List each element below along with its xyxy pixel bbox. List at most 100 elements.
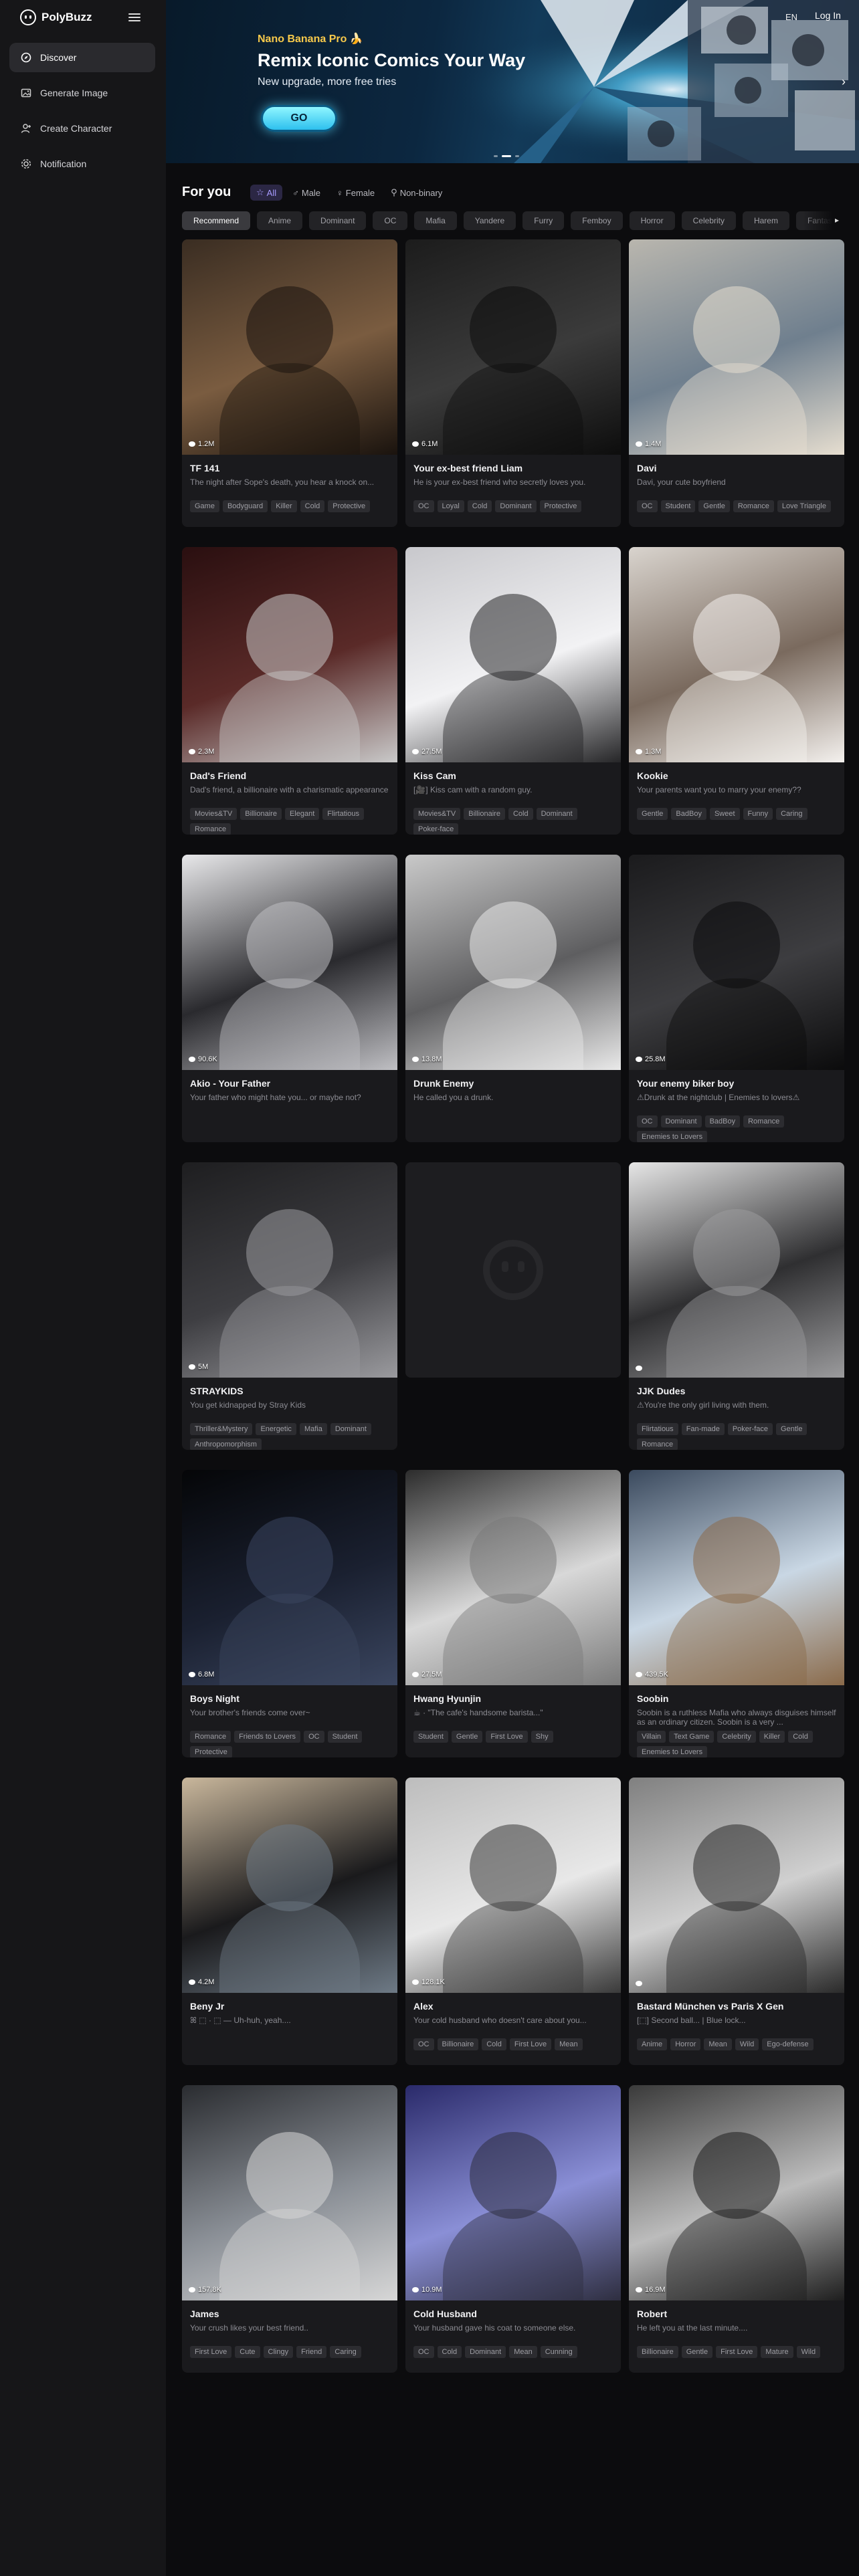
chat-bubble-icon <box>636 2287 642 2292</box>
tab-harem[interactable]: Harem <box>742 211 789 230</box>
filter-all[interactable]: ☆ All <box>250 185 283 201</box>
tab-dominant[interactable]: Dominant <box>309 211 367 230</box>
card-tag: Poker-face <box>727 1423 773 1435</box>
chat-bubble-icon <box>412 749 419 754</box>
card-tag: Caring <box>776 808 807 820</box>
view-count: 10.9M <box>412 2286 442 2294</box>
card-title: James <box>190 2309 219 2319</box>
filter-non-binary[interactable]: ⚲ Non-binary <box>385 185 448 201</box>
card-tag: Mature <box>761 2346 793 2358</box>
tab-yandere[interactable]: Yandere <box>463 211 516 230</box>
tab-femboy[interactable]: Femboy <box>571 211 623 230</box>
tab-mafia[interactable]: Mafia <box>414 211 457 230</box>
character-card[interactable]: 16.9M Robert He left you at the last minut… <box>629 2085 844 2373</box>
card-tag: Mean <box>555 2038 583 2050</box>
carousel-dots <box>494 155 519 157</box>
chevron-right-icon[interactable]: ▸ <box>835 215 839 225</box>
language-button[interactable]: EN <box>785 12 797 22</box>
tab-recommend[interactable]: Recommend <box>182 211 251 230</box>
tab-anime[interactable]: Anime <box>257 211 303 230</box>
card-tag: Elegant <box>284 808 320 820</box>
card-tags: Thriller&Mystery Energetic Mafia Dominant An… <box>190 1423 389 1450</box>
card-tag: Dominant <box>495 500 537 512</box>
card-tag: First Love <box>716 2346 758 2358</box>
character-card[interactable]: 27.5M Kiss Cam [🎥] Kiss cam with a random … <box>405 547 621 835</box>
card-description: He left you at the last minute.... <box>637 2323 748 2333</box>
character-card[interactable]: 5M STRAYKIDS You get kidnapped by Stray Ki… <box>182 1162 397 1450</box>
character-avatar: 5M <box>182 1162 397 1378</box>
sidebar-item-discover[interactable]: Discover <box>9 43 155 72</box>
character-card[interactable]: 90.6K Akio - Your Father Your father who m… <box>182 855 397 1142</box>
character-card[interactable]: 128.1K Alex Your cold husband who doesn't … <box>405 1778 621 2065</box>
filter-female[interactable]: ♀ Female <box>330 185 381 201</box>
tab-celebrity[interactable]: Celebrity <box>681 211 736 230</box>
chevron-right-icon[interactable]: › <box>842 75 846 89</box>
character-card[interactable]: 4.2M Beny Jr ꕤ ⬚ · ⬚ — Uh-huh, yeah.... <box>182 1778 397 2065</box>
sidebar-item-create-character[interactable]: Create Character <box>9 114 155 143</box>
character-card[interactable]: 1.2M TF 141 The night after Sope's death, … <box>182 239 397 527</box>
card-tags: First Love Cute Clingy Friend Caring <box>190 2346 389 2358</box>
character-card[interactable]: 2.3M Dad's Friend Dad's friend, a billiona… <box>182 547 397 835</box>
character-card[interactable]: 157.8K James Your crush likes your best fr… <box>182 2085 397 2373</box>
tab-oc[interactable]: OC <box>373 211 408 230</box>
card-tag: Friend <box>296 2346 327 2358</box>
card-title: Drunk Enemy <box>413 1078 474 1089</box>
category-tabs: Recommend Anime Dominant OC Mafia Yandere Furr… <box>182 211 843 231</box>
login-button[interactable]: Log In <box>815 10 841 21</box>
chat-bubble-icon <box>412 2287 419 2292</box>
card-tag: Student <box>660 500 696 512</box>
card-tag: Bodyguard <box>222 500 268 512</box>
card-tag: Romance <box>743 1115 785 1128</box>
character-card[interactable]: 1.3M Kookie Your parents want you to marry… <box>629 547 844 835</box>
tab-furry[interactable]: Furry <box>522 211 565 230</box>
character-card[interactable]: 6.1M Your ex-best friend Liam He is your e… <box>405 239 621 527</box>
menu-icon[interactable] <box>128 11 140 22</box>
card-tags: Movies&TV Billionaire Elegant Flirtatious Ro… <box>190 808 389 835</box>
sidebar-item-label: Create Character <box>40 123 112 134</box>
card-tag: First Love <box>190 2346 232 2358</box>
character-card[interactable]: 6.8M Boys Night Your brother's friends com… <box>182 1470 397 1757</box>
card-title: Your ex-best friend Liam <box>413 463 523 473</box>
character-avatar <box>629 1778 844 1993</box>
view-count <box>636 1981 645 1986</box>
character-card[interactable]: Bastard München vs Paris X Gen [⬚] Second… <box>629 1778 844 2065</box>
character-avatar: 6.8M <box>182 1470 397 1685</box>
character-card[interactable]: 1.4M Davi Davi, your cute boyfriend OC Stude… <box>629 239 844 527</box>
go-button[interactable]: GO <box>261 105 337 132</box>
promo-banner[interactable]: Nano Banana Pro 🍌 Remix Iconic Comics Yo… <box>166 0 859 163</box>
view-count: 1.4M <box>636 440 661 448</box>
card-tag: Funny <box>743 808 773 820</box>
character-avatar: 1.4M <box>629 239 844 455</box>
character-card[interactable]: 13.8M Drunk Enemy He called you a drunk. <box>405 855 621 1142</box>
filter-male[interactable]: ♂ Male <box>286 185 326 201</box>
tab-horror[interactable]: Horror <box>629 211 675 230</box>
view-count: 1.3M <box>636 748 661 756</box>
brand[interactable]: PolyBuzz <box>20 9 92 25</box>
card-title: Your enemy biker boy <box>637 1078 735 1089</box>
card-tag: Protective <box>190 1746 232 1757</box>
character-card[interactable]: 25.8M Your enemy biker boy ⚠Drunk at the n… <box>629 855 844 1142</box>
card-tags: Gentle BadBoy Sweet Funny Caring <box>637 808 836 820</box>
sidebar-item-generate-image[interactable]: Generate Image <box>9 78 155 108</box>
card-tags: OC Billionaire Cold First Love Mean <box>413 2038 613 2050</box>
character-card[interactable]: JJK Dudes ⚠You're the only girl living wi… <box>629 1162 844 1450</box>
polybuzz-logo-icon <box>20 9 36 25</box>
character-avatar: 25.8M <box>629 855 844 1070</box>
sidebar-item-notification[interactable]: Notification <box>9 149 155 179</box>
character-card[interactable]: 10.9M Cold Husband Your husband gave his c… <box>405 2085 621 2373</box>
character-card[interactable]: 439.5K Soobin Soobin is a ruthless Mafia w… <box>629 1470 844 1757</box>
sidebar-item-label: Generate Image <box>40 88 108 98</box>
character-avatar: 128.1K <box>405 1778 621 1993</box>
female-icon: ♀ <box>337 187 343 198</box>
character-card[interactable]: 27.5M Hwang Hyunjin ☕ · "The cafe's handso… <box>405 1470 621 1757</box>
card-tags: Villain Text Game Celebrity Killer Cold Enemi… <box>637 1731 836 1757</box>
card-description: ⚠Drunk at the nightclub | Enemies to lov… <box>637 1093 800 1102</box>
card-tag: Poker-face <box>413 823 459 835</box>
card-tag: Mean <box>704 2038 732 2050</box>
card-tags: Flirtatious Fan-made Poker-face Gentle Roman… <box>637 1423 836 1450</box>
card-tag: First Love <box>486 1731 528 1743</box>
view-count: 439.5K <box>636 1671 668 1679</box>
card-description: Your cold husband who doesn't care about… <box>413 2016 587 2025</box>
tabs-fade <box>803 210 846 231</box>
view-count: 27.5M <box>412 1671 442 1679</box>
